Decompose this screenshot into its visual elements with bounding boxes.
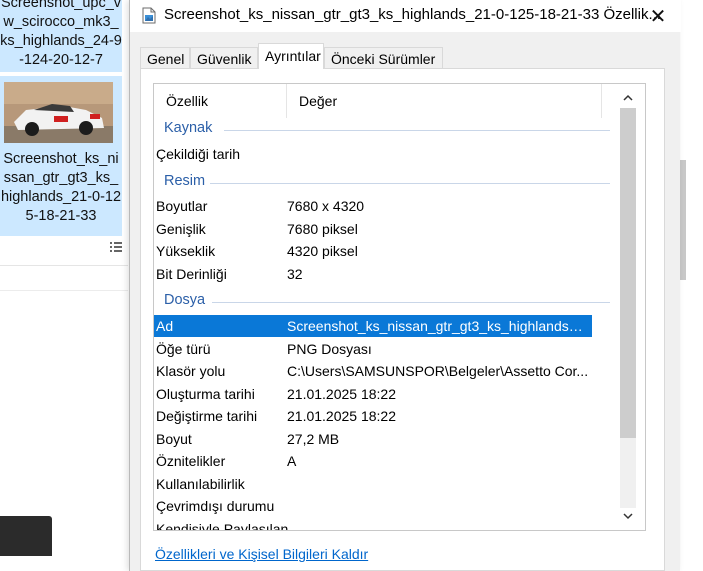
title-bar[interactable]: Screenshot_ks_nissan_gtr_gt3_ks_highland… xyxy=(130,0,681,32)
property-name: Çevrimdışı durumu xyxy=(156,498,275,514)
file-item-selected[interactable]: Screenshot_ks_nissan_gtr_gt3_ks_highland… xyxy=(0,76,122,236)
group-title: Kaynak xyxy=(164,120,213,136)
close-icon: ✕ xyxy=(649,5,667,28)
list-item[interactable]: Yükseklik 4320 piksel xyxy=(154,240,624,262)
column-header-property[interactable]: Özellik xyxy=(154,84,287,118)
property-value: 4320 piksel xyxy=(287,243,358,259)
list-item[interactable]: Öznitelikler A xyxy=(154,450,624,472)
group-header-image: Resim xyxy=(154,173,624,193)
group-divider xyxy=(210,183,610,184)
property-name: Ad xyxy=(156,318,174,334)
remove-properties-link[interactable]: Özellikleri ve Kişisel Bilgileri Kaldır xyxy=(155,546,368,562)
properties-list[interactable]: Özellik Değer Kaynak Çekildiği tarih Res… xyxy=(153,83,646,531)
property-name: Çekildiği tarih xyxy=(156,146,241,162)
details-view-icon[interactable] xyxy=(109,240,123,257)
file-item[interactable]: Screenshot_upc_vw_scirocco_mk3_ks_highla… xyxy=(0,0,122,72)
list-item[interactable]: Oluşturma tarihi 21.01.2025 18:22 xyxy=(154,383,624,405)
file-name: Screenshot_ks_nissan_gtr_gt3_ks_highland… xyxy=(0,151,122,224)
group-title: Dosya xyxy=(164,292,206,308)
property-value: 21.01.2025 18:22 xyxy=(287,386,396,402)
list-item[interactable]: Boyut 27,2 MB xyxy=(154,428,624,450)
property-value: A xyxy=(287,453,297,469)
list-item[interactable]: Kullanılabilirlik xyxy=(154,473,624,495)
tab-previous-versions[interactable]: Önceki Sürümler xyxy=(324,47,443,69)
explorer-scrollbar[interactable] xyxy=(680,160,686,280)
group-header-source: Kaynak xyxy=(154,120,624,140)
property-name: Boyutlar xyxy=(156,198,208,214)
list-item[interactable]: Çekildiği tarih xyxy=(154,143,624,165)
property-value: PNG Dosyası xyxy=(287,341,372,357)
property-name: Yükseklik xyxy=(156,243,216,259)
taskbar-fragment xyxy=(0,516,52,556)
group-divider xyxy=(212,302,610,303)
list-item[interactable]: Öğe türü PNG Dosyası xyxy=(154,338,624,360)
list-header: Özellik Değer xyxy=(154,84,624,118)
tab-details[interactable]: Ayrıntılar xyxy=(258,43,324,69)
property-name: Öğe türü xyxy=(156,341,211,357)
divider xyxy=(0,265,128,266)
property-name: Öznitelikler xyxy=(156,453,226,469)
list-item[interactable]: Bit Derinliği 32 xyxy=(154,263,624,285)
group-divider xyxy=(224,130,610,131)
divider xyxy=(0,290,128,291)
property-name: Bit Derinliği xyxy=(156,266,227,282)
chevron-up-icon[interactable] xyxy=(620,92,636,106)
file-thumbnail xyxy=(4,82,113,143)
list-item[interactable]: Klasör yolu C:\Users\SAMSUNSPOR\Belgeler… xyxy=(154,360,624,382)
close-button[interactable]: ✕ xyxy=(640,0,676,32)
list-item-selected[interactable]: Ad Screenshot_ks_nissan_gtr_gt3_ks_highl… xyxy=(154,315,592,337)
scroll-thumb[interactable] xyxy=(620,108,636,438)
property-name: Değiştirme tarihi xyxy=(156,408,258,424)
tab-security[interactable]: Güvenlik xyxy=(190,47,258,69)
property-value: 7680 piksel xyxy=(287,221,358,237)
column-header-value[interactable]: Değer xyxy=(287,84,602,118)
tab-general[interactable]: Genel xyxy=(140,47,190,69)
image-file-icon xyxy=(142,7,156,24)
property-value: C:\Users\SAMSUNSPOR\Belgeler\Assetto Cor… xyxy=(287,363,589,379)
property-name: Oluşturma tarihi xyxy=(156,386,255,402)
vertical-scrollbar[interactable] xyxy=(612,84,645,530)
explorer-right-edge xyxy=(679,0,703,571)
property-name: Boyut xyxy=(156,431,192,447)
property-name: Genişlik xyxy=(156,221,206,237)
file-name: Screenshot_upc_vw_scirocco_mk3_ks_highla… xyxy=(0,0,122,68)
group-title: Resim xyxy=(164,173,206,189)
group-header-file: Dosya xyxy=(154,292,624,312)
list-item[interactable]: Genişlik 7680 piksel xyxy=(154,218,624,240)
chevron-down-icon[interactable] xyxy=(620,510,636,524)
dialog-title: Screenshot_ks_nissan_gtr_gt3_ks_highland… xyxy=(164,6,661,23)
property-value: 7680 x 4320 xyxy=(287,198,365,214)
property-value: 21.01.2025 18:22 xyxy=(287,408,396,424)
list-item[interactable]: Değiştirme tarihi 21.01.2025 18:22 xyxy=(154,405,624,427)
properties-dialog: Screenshot_ks_nissan_gtr_gt3_ks_highland… xyxy=(129,0,681,571)
list-item[interactable]: Kendisiyle Paylaşılan xyxy=(154,518,624,531)
property-value: 32 xyxy=(287,266,303,282)
property-name: Klasör yolu xyxy=(156,363,226,379)
property-name: Kullanılabilirlik xyxy=(156,476,245,492)
property-value: Screenshot_ks_nissan_gtr_gt3_ks_highland… xyxy=(287,318,587,334)
property-value: 27,2 MB xyxy=(287,431,340,447)
file-list-pane: Screenshot_upc_vw_scirocco_mk3_ks_highla… xyxy=(0,0,128,265)
scroll-track[interactable] xyxy=(620,108,636,508)
list-item[interactable]: Boyutlar 7680 x 4320 xyxy=(154,195,624,217)
list-item[interactable]: Çevrimdışı durumu xyxy=(154,495,624,517)
property-name: Kendisiyle Paylaşılan xyxy=(156,521,289,531)
